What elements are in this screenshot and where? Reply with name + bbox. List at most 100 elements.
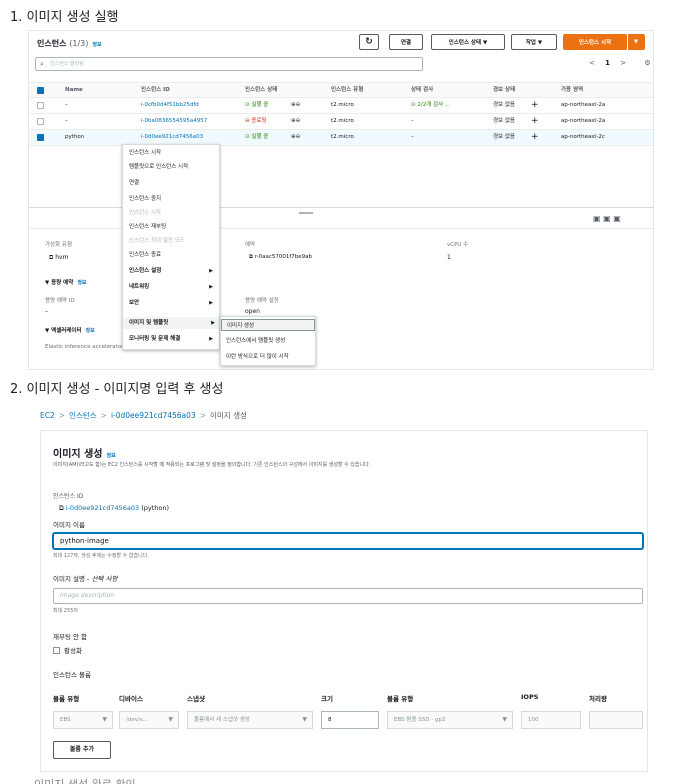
alarm-status: 경보 없음: [493, 118, 515, 124]
menu-item-launch-template[interactable]: 템플릿으로 인스턴스 시작: [129, 161, 217, 173]
availability-zone: ap-northeast-2a: [561, 118, 606, 124]
table-header: Name 인스턴스 ID 인스턴스 상태 인스턴스 유형 상태 검사 경보 상태…: [29, 82, 653, 98]
connect-button[interactable]: 연결: [389, 34, 423, 50]
lease-value: ⧉ r-0aac57001f7be9ab: [249, 254, 312, 261]
menu-item-networking[interactable]: 네트워킹 ▶: [129, 281, 217, 293]
menu-item-connect[interactable]: 연결: [129, 177, 217, 189]
col-name[interactable]: Name: [65, 83, 83, 97]
step-2-heading: 2. 이미지 생성 - 이미지명 입력 후 생성: [10, 382, 224, 397]
checkbox-box[interactable]: [53, 647, 60, 654]
menu-item-monitoring[interactable]: 모니터링 및 문제 해결 ▶: [129, 333, 217, 345]
instance-type: t2.micro: [331, 134, 354, 140]
instance-id-link[interactable]: i-0cfb0d4f51bb25dfd: [141, 98, 199, 112]
elastic-label: Elastic inference accelerator ID: [45, 344, 131, 350]
menu-item-stop[interactable]: 인스턴스 중지: [129, 193, 217, 205]
submenu-item-create-template[interactable]: 인스턴스에서 템플릿 생성: [221, 335, 315, 347]
breadcrumb-instance-id[interactable]: i-0d0ee921cd7456a03: [111, 411, 196, 420]
copy-icon[interactable]: ⧉: [59, 504, 66, 512]
availability-zone: ap-northeast-2c: [561, 134, 605, 140]
row-checkbox[interactable]: [37, 118, 44, 125]
breadcrumb-ec2[interactable]: EC2: [40, 411, 55, 420]
menu-item-launch[interactable]: 인스턴스 시작: [129, 147, 217, 159]
info-link[interactable]: 정보: [77, 280, 86, 286]
instance-id-link[interactable]: i-0d0ee921cd7456a03: [66, 504, 139, 512]
availability-zone: ap-northeast-2a: [561, 102, 606, 108]
cap-setting-value: open: [245, 308, 260, 315]
create-image-form: 이미지 생성 정보 이미지(AMI)라고도 함)는 EC2 인스턴스를 시작할 때…: [40, 430, 648, 772]
caret-down-icon: ▼: [502, 716, 507, 723]
col-alarm[interactable]: 경보 상태: [493, 83, 515, 97]
capacity-section-toggle[interactable]: ▼ 용량 예약 정보: [45, 278, 87, 286]
device-select: /dev/s... ▼: [119, 711, 179, 729]
info-link[interactable]: 정보: [106, 453, 115, 459]
menu-item-terminate[interactable]: 인스턴스 종료: [129, 249, 217, 261]
step-3-heading-cutoff: 이미지 생성 완료 확인: [34, 776, 136, 784]
add-volume-button[interactable]: 볼륨 추가: [53, 741, 111, 759]
row-checkbox[interactable]: [37, 102, 44, 109]
table-row[interactable]: – i-0ba0836554595a4957 ⊖ 종료됨 ⊕⊖ t2.micro…: [29, 114, 653, 130]
info-link[interactable]: 정보: [86, 328, 95, 334]
search-input[interactable]: ⌕ 인스턴스 필터링: [35, 57, 423, 71]
vol-header-device: 디바이스: [119, 695, 143, 703]
vcpu-value: 1: [447, 254, 451, 261]
col-status-check[interactable]: 상태 검사: [411, 83, 433, 97]
launch-instance-button[interactable]: 인스턴스 시작: [563, 34, 627, 50]
submenu-item-launch-more[interactable]: 이런 방식으로 더 많이 시작: [221, 351, 315, 363]
next-page-button[interactable]: >: [620, 59, 626, 67]
cap-id-label: 용량 예약 ID: [45, 298, 75, 304]
image-description-input[interactable]: Image description: [53, 588, 643, 604]
instance-id-link[interactable]: i-0ba0836554595a4957: [141, 114, 207, 128]
volume-type-select: EBS ▼: [53, 711, 113, 729]
col-instance-id[interactable]: 인스턴스 ID: [141, 83, 170, 97]
prev-page-button[interactable]: <: [589, 59, 595, 67]
page-description: 이미지(AMI)라고도 함)는 EC2 인스턴스를 시작할 때 적용되는 프로그…: [53, 462, 371, 468]
table-row[interactable]: – i-0cfb0d4f51bb25dfd ⊙ 실행 중 ⊕⊖ t2.micro…: [29, 98, 653, 114]
capacity-label: ▼ 용량 예약: [45, 280, 74, 286]
menu-item-settings[interactable]: 인스턴스 설정 ▶: [129, 265, 217, 277]
resize-handle[interactable]: [299, 212, 313, 214]
images-submenu: 이미지 생성 인스턴스에서 템플릿 생성 이런 방식으로 더 많이 시작: [220, 316, 316, 366]
instance-name: –: [65, 102, 68, 108]
caret-down-icon: ▼: [102, 716, 107, 723]
no-reboot-checkbox[interactable]: 활성화: [53, 645, 82, 655]
col-type[interactable]: 인스턴스 유형: [331, 83, 363, 97]
zoom-icon[interactable]: ⊕⊖: [291, 130, 300, 144]
chevron-right-icon: ▶: [209, 284, 213, 290]
instance-state-button[interactable]: 인스턴스 상태 ▼: [431, 34, 505, 50]
add-alarm-icon[interactable]: +: [531, 98, 539, 112]
col-state[interactable]: 인스턴스 상태: [245, 83, 277, 97]
add-alarm-icon[interactable]: +: [531, 114, 539, 128]
zoom-icon[interactable]: ⊕⊖: [291, 98, 300, 112]
breadcrumb-instances[interactable]: 인스턴스: [69, 411, 97, 420]
submenu-item-create-image[interactable]: 이미지 생성: [221, 319, 315, 331]
chevron-right-icon: >: [58, 411, 66, 420]
col-az[interactable]: 가용 영역: [561, 83, 583, 97]
instance-state: ⊙ 실행 중: [245, 102, 269, 108]
select-all-checkbox[interactable]: [37, 87, 44, 94]
refresh-icon[interactable]: ↻: [359, 34, 379, 50]
menu-label: 인스턴스 설정: [129, 268, 162, 274]
instance-id-label: 인스턴스 ID: [53, 493, 84, 500]
actions-button[interactable]: 작업 ▼: [511, 34, 557, 50]
menu-item-reboot[interactable]: 인스턴스 재부팅: [129, 221, 217, 233]
image-name-input[interactable]: python-image: [53, 533, 643, 549]
launch-dropdown-button[interactable]: ▼: [627, 34, 645, 50]
pane-layout-icons[interactable]: ▣ ▣ ▣: [593, 214, 621, 223]
row-checkbox[interactable]: [37, 134, 44, 141]
size-input[interactable]: 8: [321, 711, 379, 729]
info-link[interactable]: 정보: [92, 42, 101, 48]
instance-id-link[interactable]: i-0d0ee921cd7456a03: [141, 130, 203, 144]
add-alarm-icon[interactable]: +: [531, 130, 539, 144]
menu-item-security[interactable]: 보안 ▶: [129, 297, 217, 309]
caret-down-icon: ▼: [302, 716, 307, 723]
page-number[interactable]: 1: [605, 59, 610, 67]
menu-item-hibernate: 인스턴스 최대 절전 모드: [129, 238, 185, 244]
accelerator-section-toggle[interactable]: ▼ 액셀러레이터 정보: [45, 326, 95, 334]
gear-icon[interactable]: ⚙: [644, 59, 650, 67]
lease-text: r-0aac57001f7be9ab: [254, 254, 313, 260]
ebs-type-value: EBS 범용 SSD - gp2: [394, 717, 446, 723]
menu-item-images-templates[interactable]: 이미지 및 템플릿 ▶: [123, 317, 219, 329]
zoom-icon[interactable]: ⊕⊖: [291, 114, 300, 128]
optional-text: 선택 사항: [91, 575, 118, 583]
menu-label: 모니터링 및 문제 해결: [129, 336, 181, 342]
